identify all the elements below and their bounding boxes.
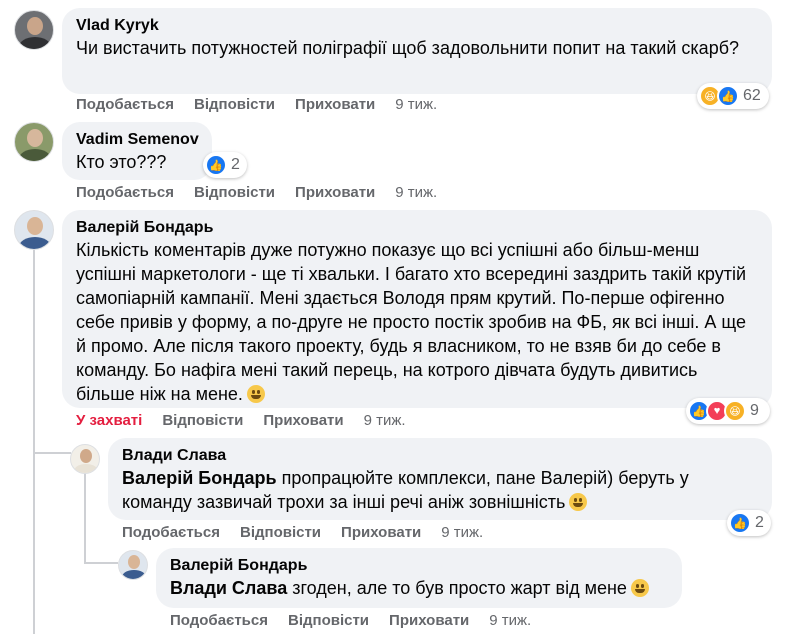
comment-actions: Подобається Відповісти Приховати 9 тиж. xyxy=(122,524,483,541)
comment-author[interactable]: Vlad Kyryk xyxy=(76,15,760,36)
comment-author[interactable]: Vadim Semenov xyxy=(76,129,200,150)
hide-button[interactable]: Приховати xyxy=(341,524,421,541)
comment-actions: У захваті Відповісти Приховати 9 тиж. xyxy=(76,412,406,429)
thread-line xyxy=(84,472,86,562)
comment-author[interactable]: Влади Слава xyxy=(122,445,760,466)
reply-button[interactable]: Відповісти xyxy=(162,412,243,429)
reaction-count: 62 xyxy=(743,87,761,104)
haha-icon: 😆 xyxy=(724,400,746,422)
comment-actions: Подобається Відповісти Приховати 9 тиж. xyxy=(76,96,437,113)
reaction-count: 9 xyxy=(750,402,759,419)
hide-button[interactable]: Приховати xyxy=(263,412,343,429)
like-button[interactable]: Подобається xyxy=(170,612,268,629)
like-icon: 👍 xyxy=(205,154,227,176)
timestamp[interactable]: 9 тиж. xyxy=(395,184,437,201)
comment-text: Чи вистачить потужностей поліграфії щоб … xyxy=(76,38,740,58)
comment-bubble: Валерій Бондарь Кількість коментарів дуж… xyxy=(62,210,772,408)
smiling-emoji-icon xyxy=(630,579,649,597)
mention-link[interactable]: Валерій Бондарь xyxy=(122,468,277,488)
reply-button[interactable]: Відповісти xyxy=(194,96,275,113)
comment-bubble: Vadim Semenov Кто это??? xyxy=(62,122,212,180)
hide-button[interactable]: Приховати xyxy=(295,184,375,201)
reaction-summary[interactable]: 👍 2 xyxy=(727,510,771,536)
hide-button[interactable]: Приховати xyxy=(295,96,375,113)
timestamp[interactable]: 9 тиж. xyxy=(364,412,406,429)
like-icon: 👍 xyxy=(717,85,739,107)
comment-actions: Подобається Відповісти Приховати 9 тиж. xyxy=(170,612,531,629)
comment-text: Кто это??? xyxy=(76,152,167,172)
reply-bubble: Валерій Бондарь Влади Слава згоден, але … xyxy=(156,548,682,608)
like-button[interactable]: Подобається xyxy=(76,184,174,201)
grinning-emoji-icon xyxy=(246,385,265,403)
like-button[interactable]: Подобається xyxy=(122,524,220,541)
reaction-summary[interactable]: 😆 👍 62 xyxy=(697,83,769,109)
comment-bubble: Vlad Kyryk Чи вистачить потужностей полі… xyxy=(62,8,772,94)
thread-line xyxy=(33,452,71,454)
hide-button[interactable]: Приховати xyxy=(389,612,469,629)
thread-line xyxy=(84,562,118,564)
reaction-summary[interactable]: 👍 ♥ 😆 9 xyxy=(686,398,770,424)
mention-link[interactable]: Влади Слава xyxy=(170,578,287,598)
timestamp[interactable]: 9 тиж. xyxy=(489,612,531,629)
comment-author[interactable]: Валерій Бондарь xyxy=(76,217,760,238)
reply-bubble: Влади Слава Валерій Бондарь пропрацюйте … xyxy=(108,438,772,520)
reply-button[interactable]: Відповісти xyxy=(194,184,275,201)
thread-line xyxy=(33,246,35,634)
avatar[interactable] xyxy=(118,550,148,580)
reply-button[interactable]: Відповісти xyxy=(240,524,321,541)
reaction-summary[interactable]: 👍 2 xyxy=(203,152,247,178)
comment-text: Влади Слава згоден, але то був просто жа… xyxy=(170,576,670,600)
reaction-count: 2 xyxy=(231,156,240,173)
comment-text: Кількість коментарів дуже потужно показу… xyxy=(76,240,747,404)
reaction-count: 2 xyxy=(755,514,764,531)
avatar[interactable] xyxy=(14,10,54,50)
avatar[interactable] xyxy=(70,444,100,474)
blushing-emoji-icon xyxy=(569,493,588,511)
timestamp[interactable]: 9 тиж. xyxy=(395,96,437,113)
like-icon: 👍 xyxy=(729,512,751,534)
reply-button[interactable]: Відповісти xyxy=(288,612,369,629)
like-button[interactable]: У захваті xyxy=(76,412,142,429)
comment-text: Валерій Бондарь пропрацюйте комплекси, п… xyxy=(122,468,689,512)
comment-author[interactable]: Валерій Бондарь xyxy=(170,555,670,576)
avatar[interactable] xyxy=(14,122,54,162)
comment-actions: Подобається Відповісти Приховати 9 тиж. xyxy=(76,184,437,201)
avatar[interactable] xyxy=(14,210,54,250)
timestamp[interactable]: 9 тиж. xyxy=(441,524,483,541)
like-button[interactable]: Подобається xyxy=(76,96,174,113)
